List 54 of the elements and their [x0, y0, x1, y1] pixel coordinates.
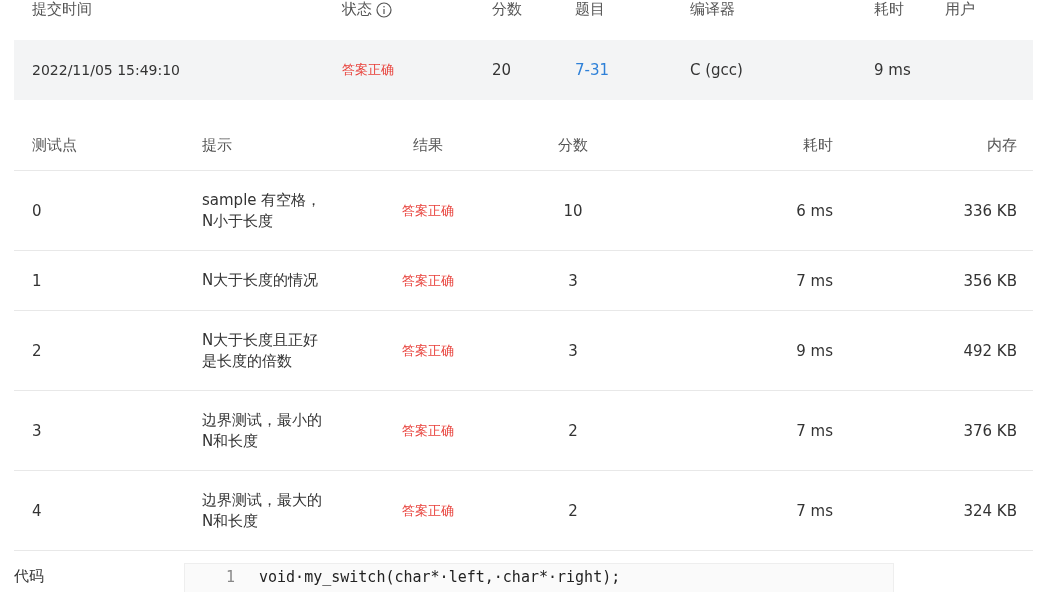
code-label: 代码	[14, 566, 45, 587]
code-editor[interactable]: 1 void·my_switch(char*·left,·char*·right);	[184, 563, 894, 592]
table-cell-text: 6 ms	[795, 201, 834, 220]
table-cell-text: 10	[562, 201, 583, 220]
table-cell-text: 边界测试，最小的 N和长度	[201, 409, 323, 452]
column-header: 分数	[557, 135, 588, 155]
column-header: 状态	[342, 0, 372, 19]
result-text: 答案正确	[401, 201, 454, 220]
table-cell-text: 2	[31, 341, 43, 360]
table-cell-text: 7 ms	[795, 421, 834, 440]
table-cell-text: 324 KB	[962, 501, 1018, 520]
column-header: 提交时间	[31, 0, 93, 19]
table-cell-text: 4	[31, 501, 43, 520]
column-header: 耗时	[873, 0, 905, 19]
result-text: 答案正确	[401, 271, 454, 290]
info-icon[interactable]	[376, 1, 392, 18]
column-header: 内存	[986, 135, 1018, 155]
table-cell-text: 0	[31, 201, 43, 220]
table-cell-text: 边界测试，最大的 N和长度	[201, 489, 323, 532]
table-cell-text: 492 KB	[962, 341, 1018, 360]
result-text: 答案正确	[401, 421, 454, 440]
table-cell-text: 2	[567, 421, 578, 440]
table-cell-text: 9 ms	[795, 341, 834, 360]
table-cell-text: 3	[31, 421, 43, 440]
table-cell-text: 3	[567, 271, 578, 290]
column-header: 分数	[491, 0, 523, 19]
compiler: C (gcc)	[689, 61, 743, 79]
score: 20	[491, 61, 512, 79]
column-header: 题目	[574, 0, 606, 19]
table-cell-text: 336 KB	[962, 201, 1018, 220]
column-header: 编译器	[689, 0, 736, 19]
table-cell-text: sample 有空格， N小于长度	[201, 189, 323, 232]
table-cell-text: 356 KB	[962, 271, 1018, 290]
result-text: 答案正确	[401, 501, 454, 520]
table-cell-text: 7 ms	[795, 501, 834, 520]
table-cell-text: N大于长度的情况	[201, 270, 320, 291]
table-cell-text: 1	[31, 271, 43, 290]
column-header: 用户	[944, 0, 976, 19]
table-cell-text: 2	[567, 501, 578, 520]
table-cell-text: 376 KB	[962, 421, 1018, 440]
duration: 9 ms	[873, 61, 911, 79]
column-header: 结果	[412, 135, 443, 155]
result-text: 答案正确	[401, 341, 454, 360]
table-cell-text: N大于长度且正好 是长度的倍数	[201, 329, 320, 372]
problem-link[interactable]: 7-31	[557, 61, 610, 79]
table-cell-text: 7 ms	[795, 271, 834, 290]
status-text: 答案正确	[341, 61, 394, 79]
submit-time: 2022/11/05 15:49:10	[31, 62, 181, 78]
column-header: 测试点	[31, 135, 78, 155]
column-header: 提示	[201, 135, 233, 155]
table-cell-text: 3	[567, 341, 578, 360]
column-header: 耗时	[802, 135, 834, 155]
line-number: 1	[224, 568, 236, 588]
code-line: void·my_switch(char*·left,·char*·right);	[259, 568, 621, 588]
